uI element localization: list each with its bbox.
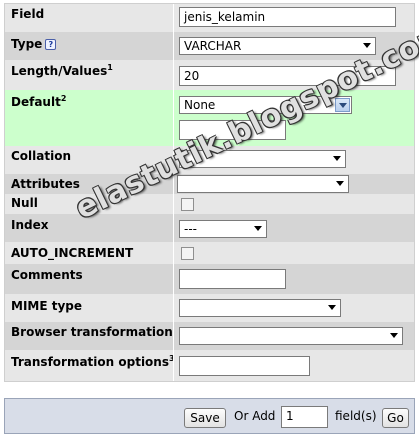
- attributes-label: Attributes: [11, 177, 80, 191]
- default-select[interactable]: None: [179, 96, 352, 114]
- row-field: Field jenis_kelamin: [5, 4, 414, 32]
- chevron-down-icon: [333, 156, 341, 161]
- row-collation: Collation: [5, 146, 414, 174]
- null-label: Null: [11, 196, 38, 210]
- chevron-down-icon: [254, 226, 262, 231]
- field-name-input[interactable]: jenis_kelamin: [179, 7, 396, 27]
- row-type: Type? VARCHAR: [5, 32, 414, 60]
- row-index: Index ---: [5, 214, 414, 242]
- mime-type-label: MIME type: [11, 299, 83, 313]
- index-label: Index: [11, 218, 49, 232]
- chevron-down-icon: [390, 333, 398, 338]
- mime-type-select[interactable]: [179, 299, 341, 317]
- auto-increment-label: AUTO_INCREMENT: [11, 246, 134, 260]
- row-auto-increment: AUTO_INCREMENT: [5, 242, 414, 264]
- row-length: Length/Values1 20: [5, 60, 414, 90]
- row-transformation-options: Transformation options3: [5, 350, 414, 381]
- row-null: Null: [5, 194, 414, 214]
- row-default: Default2 None: [5, 90, 414, 146]
- transformation-options-input[interactable]: [179, 356, 310, 376]
- form-footer: Save Or Add 1 field(s) Go: [4, 398, 415, 434]
- length-label: Length/Values1: [11, 63, 113, 78]
- length-values-input[interactable]: 20: [179, 66, 396, 86]
- default-value-input[interactable]: [179, 120, 286, 140]
- or-add-label: Or Add: [234, 409, 276, 423]
- chevron-down-icon: [335, 98, 350, 112]
- field-label: Field: [11, 7, 45, 21]
- chevron-down-icon: [328, 305, 336, 310]
- browser-transformation-select[interactable]: [179, 327, 403, 345]
- add-field-count-input[interactable]: 1: [281, 406, 328, 428]
- collation-select[interactable]: [179, 150, 346, 168]
- browser-transformation-label: Browser transformation: [11, 325, 173, 339]
- save-button[interactable]: Save: [184, 408, 226, 428]
- field-form-table: Field jenis_kelamin Type? VARCHAR Length…: [4, 3, 415, 382]
- row-browser-transformation: Browser transformation: [5, 322, 414, 350]
- auto-increment-checkbox[interactable]: [181, 247, 194, 260]
- attributes-select[interactable]: [177, 175, 349, 193]
- index-select[interactable]: ---: [179, 220, 267, 238]
- row-attributes: Attributes: [5, 174, 414, 194]
- go-button[interactable]: Go: [382, 408, 409, 428]
- help-icon[interactable]: ?: [45, 39, 57, 50]
- type-label: Type?: [11, 37, 57, 51]
- row-comments: Comments: [5, 264, 414, 294]
- collation-label: Collation: [11, 149, 72, 163]
- comments-label: Comments: [11, 268, 83, 282]
- null-checkbox[interactable]: [181, 198, 194, 211]
- type-select[interactable]: VARCHAR: [179, 37, 376, 55]
- row-mime-type: MIME type: [5, 294, 414, 322]
- comments-input[interactable]: [179, 269, 286, 289]
- chevron-down-icon: [336, 181, 344, 186]
- transformation-options-label: Transformation options3: [11, 354, 175, 369]
- chevron-down-icon: [363, 43, 371, 48]
- default-label: Default2: [11, 94, 67, 109]
- fields-label: field(s): [335, 409, 377, 423]
